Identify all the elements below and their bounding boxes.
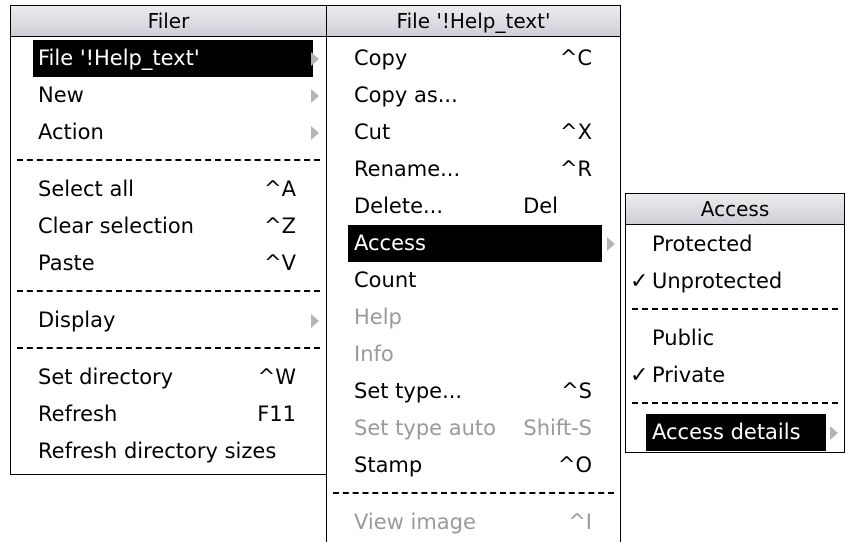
access-item-public[interactable]: Public [626,320,844,357]
file-item-view-image-label: View image [354,510,476,534]
file-item-delete-shortcut: Del [523,194,558,218]
checkmark-icon: ✓ [630,363,649,388]
file-item-set-type-label: Set type... [354,379,463,403]
submenu-arrow-icon [311,89,319,103]
menu-separator [17,159,320,161]
access-item-private[interactable]: ✓ Private [626,357,844,394]
menu-separator [632,308,838,310]
file-item-rename[interactable]: Rename... ^R [327,151,620,188]
file-menu-title: File '!Help_text' [327,6,620,37]
file-item-access[interactable]: Access [327,225,620,262]
filer-item-action-label: Action [38,120,104,144]
filer-item-set-directory-label: Set directory [38,365,174,389]
file-item-set-type[interactable]: Set type... ^S [327,373,620,410]
filer-item-set-directory-shortcut: ^W [257,365,296,389]
access-item-access-details-label: Access details [652,420,801,444]
file-item-view-image[interactable]: View image ^I [327,504,620,541]
filer-item-set-directory[interactable]: Set directory ^W [11,359,326,396]
file-item-stamp-shortcut: ^O [557,453,592,477]
file-item-rename-label: Rename... [354,157,461,181]
filer-item-refresh-label: Refresh [38,402,118,426]
access-item-unprotected[interactable]: ✓ Unprotected [626,263,844,300]
file-item-copy-label: Copy [354,46,408,70]
file-item-view-image-shortcut: ^I [568,510,592,534]
file-item-help[interactable]: Help [327,299,620,336]
file-item-count-label: Count [354,268,417,292]
access-item-unprotected-label: Unprotected [652,269,783,293]
file-item-info-label: Info [354,342,394,366]
file-item-cut-shortcut: ^X [560,120,592,144]
filer-item-paste[interactable]: Paste ^V [11,245,326,282]
access-item-private-label: Private [652,363,726,387]
submenu-arrow-icon [311,52,319,66]
file-item-rename-shortcut: ^R [559,157,592,181]
access-item-protected-label: Protected [652,232,753,256]
filer-item-refresh-shortcut: F11 [257,402,296,426]
filer-item-select-all[interactable]: Select all ^A [11,171,326,208]
file-item-set-type-auto-label: Set type auto [354,416,497,440]
filer-item-file[interactable]: File '!Help_text' [11,40,326,77]
filer-item-select-all-shortcut: ^A [264,177,296,201]
filer-item-new-label: New [38,83,84,107]
file-item-copy-shortcut: ^C [559,46,592,70]
access-menu-title: Access [626,194,844,225]
access-item-public-label: Public [652,326,715,350]
filer-item-paste-label: Paste [38,251,95,275]
access-item-protected[interactable]: Protected [626,226,844,263]
filer-item-refresh-directory-sizes[interactable]: Refresh directory sizes [11,433,326,470]
menu-separator [17,347,320,349]
file-item-copy-as[interactable]: Copy as... [327,77,620,114]
filer-item-clear-selection[interactable]: Clear selection ^Z [11,208,326,245]
file-item-delete-label: Delete... [354,194,444,218]
file-item-cut-label: Cut [354,120,391,144]
file-item-set-type-auto-shortcut: Shift-S [523,416,592,440]
submenu-arrow-icon [830,426,838,440]
submenu-arrow-icon [311,126,319,140]
file-item-info[interactable]: Info [327,336,620,373]
access-menu: Access Protected ✓ Unprotected Public ✓ … [625,193,845,453]
file-item-set-type-shortcut: ^S [561,379,592,403]
filer-item-clear-selection-label: Clear selection [38,214,194,238]
filer-item-display-label: Display [38,308,116,332]
file-item-access-label: Access [354,231,426,255]
filer-item-refresh-directory-sizes-label: Refresh directory sizes [38,439,277,463]
submenu-arrow-icon [607,237,615,251]
filer-item-paste-shortcut: ^V [264,251,296,275]
menu-separator [632,402,838,404]
submenu-arrow-icon [311,314,319,328]
filer-item-file-label: File '!Help_text' [38,46,200,70]
filer-menu-title: Filer [11,6,326,37]
menu-separator [17,290,320,292]
file-item-set-type-auto[interactable]: Set type auto Shift-S [327,410,620,447]
filer-item-action[interactable]: Action [11,114,326,151]
file-item-cut[interactable]: Cut ^X [327,114,620,151]
file-menu: File '!Help_text' Copy ^C Copy as... Cut… [326,5,621,542]
file-item-delete[interactable]: Delete... Del [327,188,620,225]
checkmark-icon: ✓ [630,269,649,294]
filer-item-new[interactable]: New [11,77,326,114]
filer-item-clear-selection-shortcut: ^Z [264,214,296,238]
filer-item-refresh[interactable]: Refresh F11 [11,396,326,433]
filer-item-select-all-label: Select all [38,177,134,201]
file-item-count[interactable]: Count [327,262,620,299]
file-item-stamp[interactable]: Stamp ^O [327,447,620,484]
file-item-help-label: Help [354,305,402,329]
filer-menu: Filer File '!Help_text' New Action Selec… [10,5,327,475]
filer-item-display[interactable]: Display [11,302,326,339]
menu-separator [333,492,614,494]
access-item-access-details[interactable]: Access details [626,414,844,451]
file-item-copy[interactable]: Copy ^C [327,40,620,77]
file-item-stamp-label: Stamp [354,453,423,477]
file-item-copy-as-label: Copy as... [354,83,458,107]
